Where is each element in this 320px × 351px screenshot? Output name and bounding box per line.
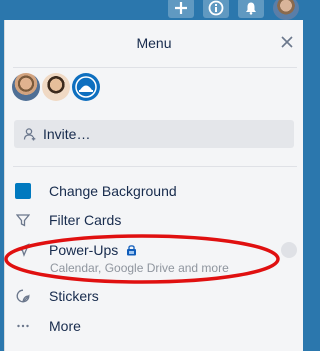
menu-title: Menu	[136, 35, 172, 51]
add-button[interactable]	[168, 0, 194, 18]
power-ups-description: Calendar, Google Drive and more	[50, 261, 229, 275]
board-header-bar	[0, 0, 302, 20]
invite-label: Invite…	[43, 126, 91, 142]
user-avatar[interactable]	[273, 0, 299, 20]
team-logo-icon	[75, 76, 97, 98]
member-avatar[interactable]	[12, 73, 40, 101]
info-icon	[208, 0, 224, 16]
rocket-icon	[14, 241, 32, 259]
power-ups-item[interactable]: Power-Ups	[14, 238, 137, 262]
close-icon	[281, 36, 293, 48]
ellipsis-icon	[14, 317, 32, 335]
stickers-item[interactable]: Stickers	[14, 284, 99, 308]
lock-icon	[126, 244, 137, 256]
member-list	[12, 73, 100, 103]
divider	[13, 67, 297, 68]
board-menu-panel: Menu Invite… Change Background Filter Ca…	[4, 20, 303, 351]
color-swatch-icon	[14, 182, 32, 200]
person-add-icon	[23, 127, 37, 141]
filter-cards-item[interactable]: Filter Cards	[14, 208, 121, 232]
more-label: More	[49, 318, 81, 334]
close-button[interactable]	[279, 34, 295, 50]
change-background-item[interactable]: Change Background	[14, 179, 177, 203]
notifications-button[interactable]	[238, 0, 264, 18]
invite-button[interactable]: Invite…	[14, 120, 294, 148]
change-background-label: Change Background	[49, 183, 177, 199]
plus-icon	[175, 2, 187, 14]
member-avatar[interactable]	[42, 73, 70, 101]
power-ups-label: Power-Ups	[49, 242, 119, 258]
filter-icon	[14, 211, 32, 229]
stickers-label: Stickers	[49, 288, 99, 304]
bell-icon	[246, 2, 256, 15]
more-item[interactable]: More	[14, 314, 81, 338]
divider	[13, 166, 297, 167]
power-ups-count-badge	[281, 242, 297, 258]
sticker-icon	[14, 287, 32, 305]
filter-cards-label: Filter Cards	[49, 212, 122, 228]
member-avatar[interactable]	[72, 73, 100, 101]
info-button[interactable]	[203, 0, 229, 18]
menu-header: Menu	[5, 20, 303, 68]
